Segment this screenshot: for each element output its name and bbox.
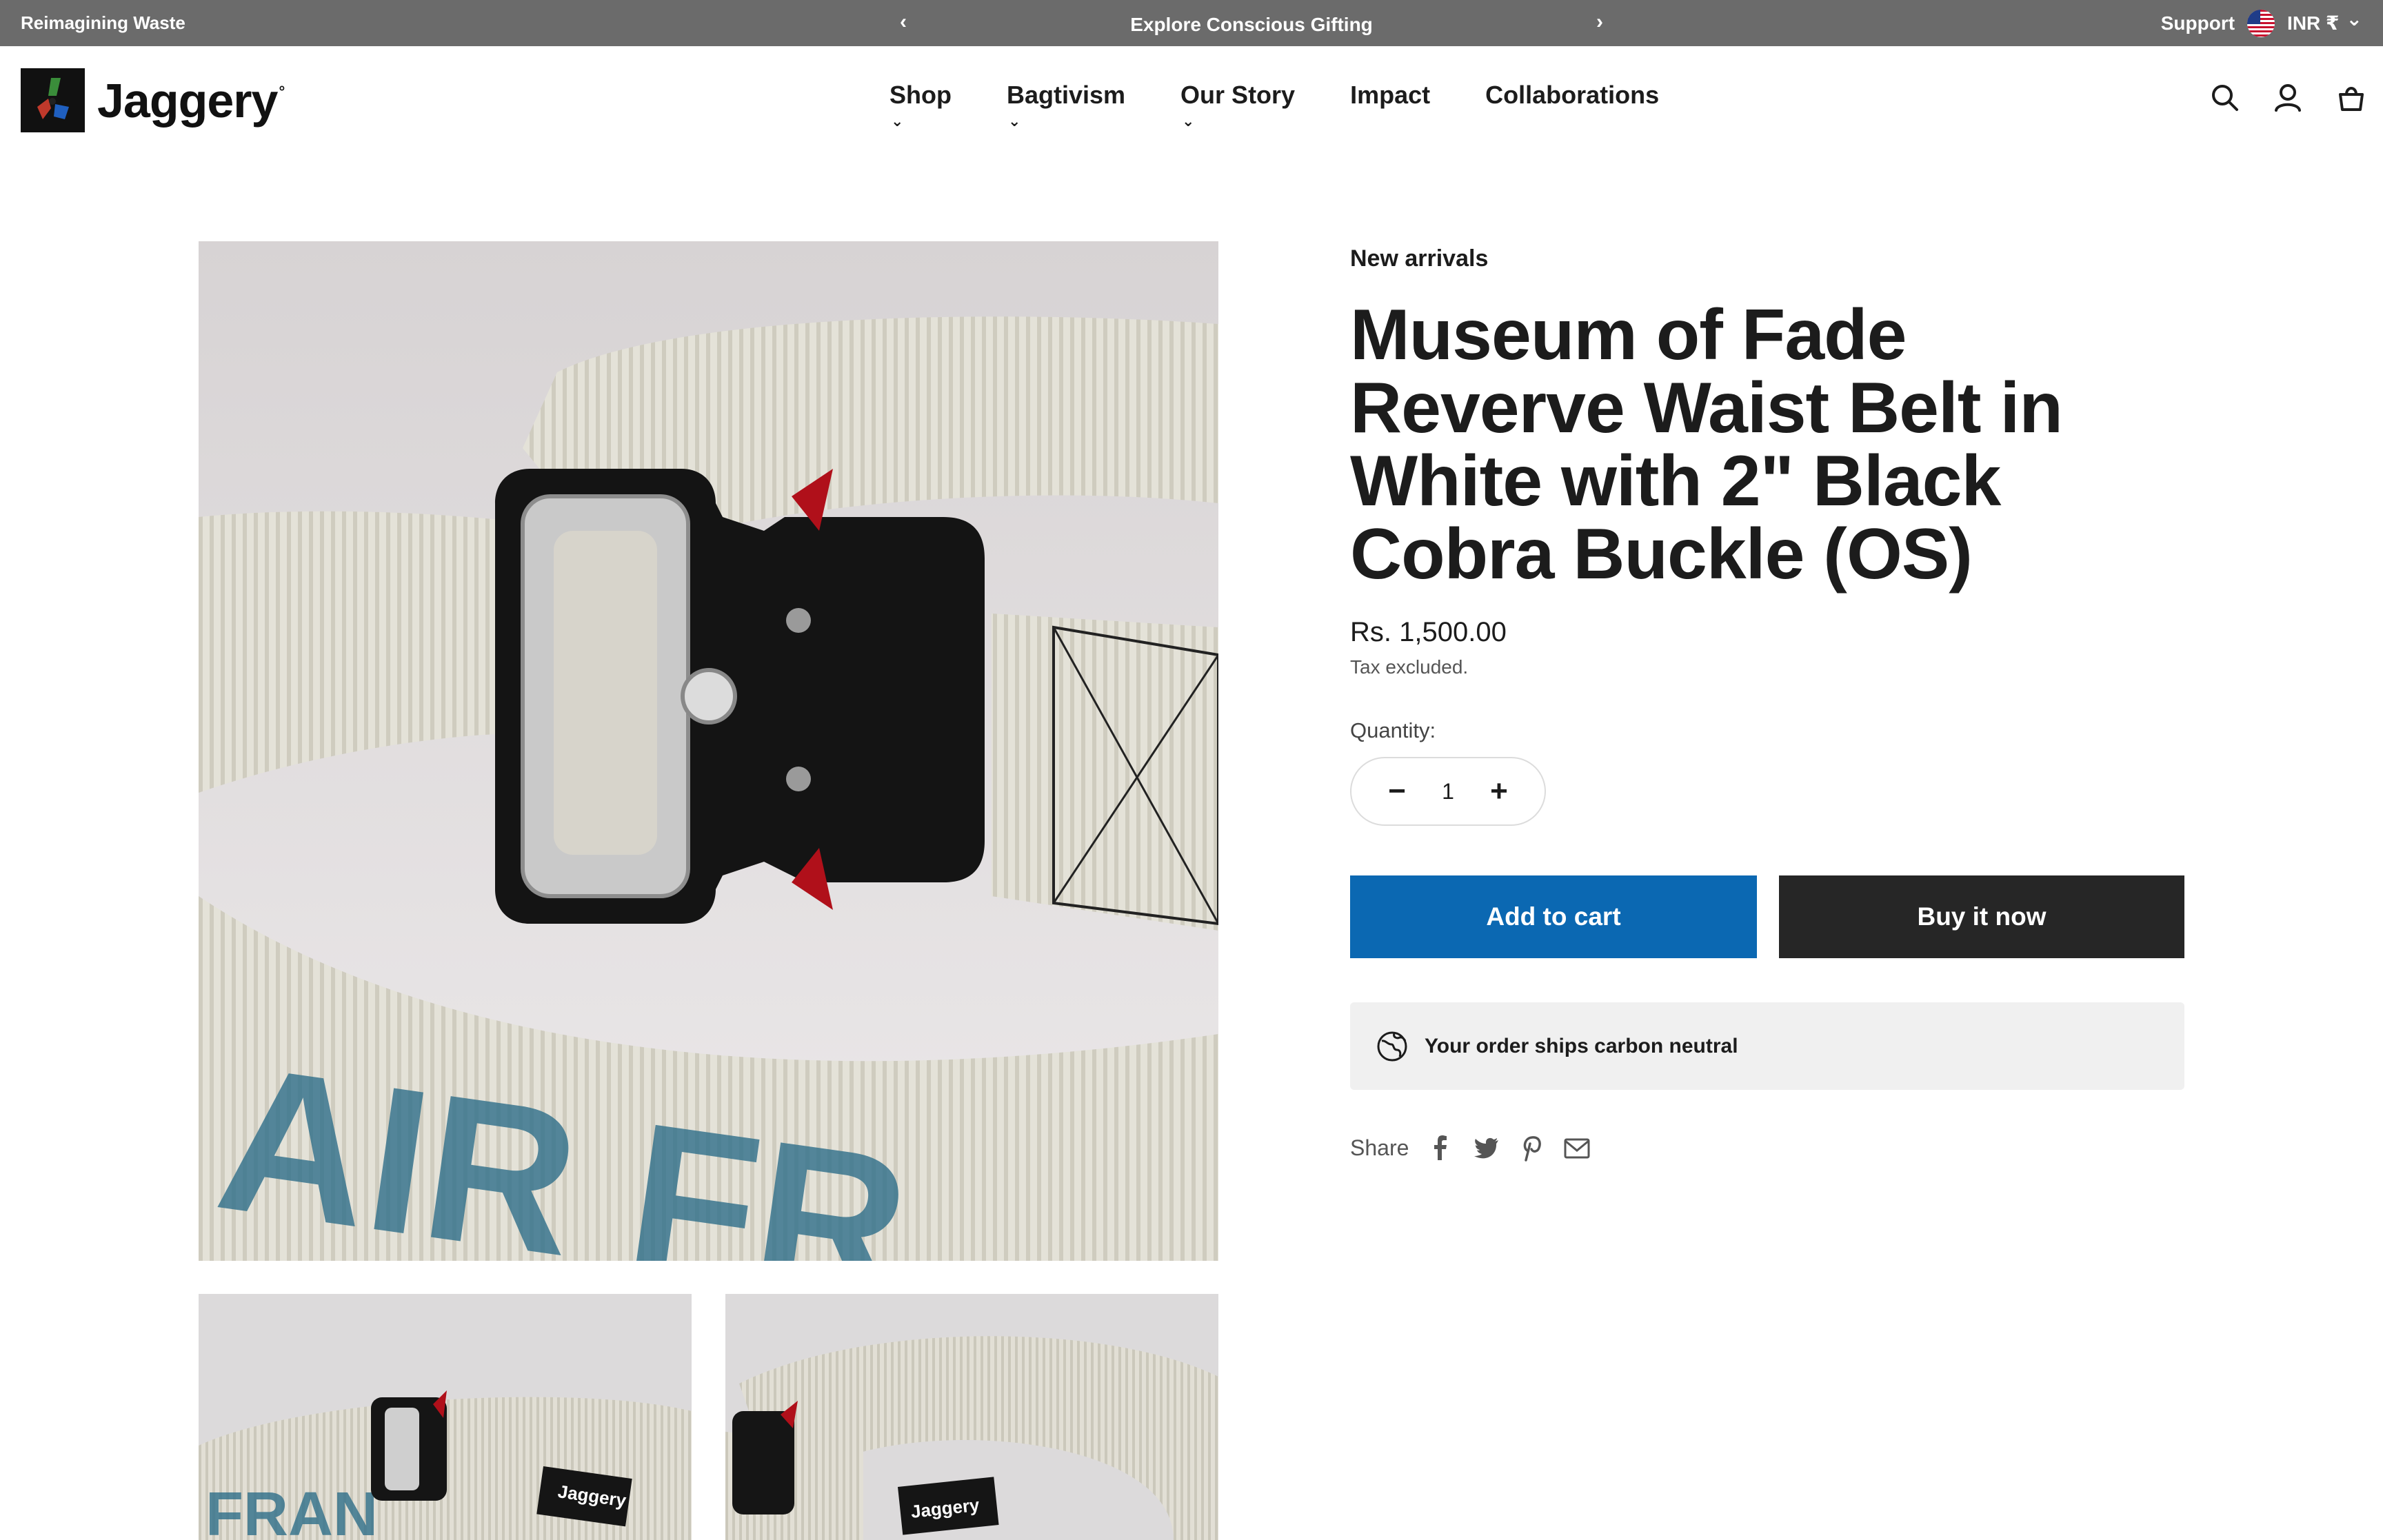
logo-wordmark: Jaggery° [97, 73, 285, 128]
nav-label: Collaborations [1485, 81, 1660, 109]
nav-label: Impact [1350, 81, 1431, 109]
account-icon[interactable] [2273, 82, 2303, 112]
cart-icon[interactable] [2336, 82, 2366, 112]
globe-icon [1377, 1031, 1407, 1061]
collection-label[interactable]: New arrivals [1350, 245, 2184, 272]
quantity-stepper: − + [1350, 757, 1546, 826]
chevron-down-icon: ⌄ [1007, 112, 1021, 130]
header-icons [2209, 82, 2366, 112]
nav-item-bagtivism[interactable]: Bagtivism ⌄ [1006, 81, 1126, 129]
chevron-down-icon: ⌄ [891, 112, 904, 130]
announcement-next-button[interactable]: › [1586, 0, 1613, 46]
svg-text:FRAN: FRAN [205, 1480, 378, 1540]
product-price: Rs. 1,500.00 [1350, 617, 1507, 647]
site-logo[interactable]: Jaggery° [21, 68, 285, 132]
email-icon[interactable] [1563, 1134, 1591, 1162]
announcement-bar: Reimagining Waste ‹ Explore Conscious Gi… [0, 0, 2383, 46]
nav-item-collaborations[interactable]: Collaborations [1485, 81, 1659, 110]
chevron-down-icon: ⌄ [1182, 112, 1195, 130]
product-thumbnail-2[interactable]: Jaggery [725, 1294, 1218, 1540]
product-thumbnail-1[interactable]: FRAN Jaggery [199, 1294, 692, 1540]
us-flag-icon [2247, 9, 2275, 37]
quantity-increase-button[interactable]: + [1485, 776, 1513, 807]
product-title: Museum of Fade Reverve Waist Belt in Whi… [1350, 295, 2063, 594]
twitter-icon[interactable] [1472, 1134, 1500, 1162]
announcement-right: Support INR ₹ ⌄ [2161, 0, 2362, 46]
product-main-image[interactable]: AIR FR [199, 241, 1218, 1261]
buy-now-button[interactable]: Buy it now [1779, 875, 2184, 958]
nav-item-our-story[interactable]: Our Story ⌄ [1180, 81, 1296, 129]
announcement-carousel: ‹ Explore Conscious Gifting › [889, 0, 1613, 46]
product-info: New arrivals Museum of Fade Reverve Wais… [1350, 241, 2184, 1162]
facebook-icon[interactable] [1427, 1134, 1454, 1162]
pinterest-icon[interactable] [1518, 1134, 1545, 1162]
carbon-neutral-text: Your order ships carbon neutral [1425, 1034, 1738, 1057]
purchase-buttons: Add to cart Buy it now [1350, 875, 2184, 958]
share-row: Share [1350, 1134, 2184, 1162]
nav-label: Shop [889, 81, 952, 109]
search-icon[interactable] [2209, 82, 2240, 112]
chevron-down-icon: ⌄ [2346, 8, 2362, 30]
carbon-neutral-notice: Your order ships carbon neutral [1350, 1002, 2184, 1090]
quantity-input[interactable] [1420, 778, 1476, 804]
announcement-tagline: Reimagining Waste [21, 12, 185, 33]
nav-label: Our Story [1180, 81, 1296, 109]
announcement-message[interactable]: Explore Conscious Gifting [917, 0, 1586, 46]
add-to-cart-button[interactable]: Add to cart [1350, 875, 1757, 958]
site-header: Jaggery° Shop ⌄ Bagtivism ⌄ Our Story ⌄ … [0, 46, 2383, 156]
logo-mark-icon [21, 68, 85, 132]
nav-item-shop[interactable]: Shop ⌄ [889, 81, 952, 129]
tax-note: Tax excluded. [1350, 656, 1469, 678]
main-nav: Shop ⌄ Bagtivism ⌄ Our Story ⌄ Impact Co… [889, 81, 1659, 129]
currency-label: INR ₹ [2287, 12, 2340, 34]
currency-selector[interactable]: INR ₹ ⌄ [2287, 8, 2362, 34]
share-label: Share [1350, 1135, 1409, 1160]
nav-item-impact[interactable]: Impact [1350, 81, 1430, 110]
nav-label: Bagtivism [1006, 81, 1126, 109]
announcement-prev-button[interactable]: ‹ [889, 0, 917, 46]
support-link[interactable]: Support [2161, 12, 2235, 34]
quantity-decrease-button[interactable]: − [1383, 776, 1411, 807]
quantity-label: Quantity: [1350, 718, 1436, 742]
